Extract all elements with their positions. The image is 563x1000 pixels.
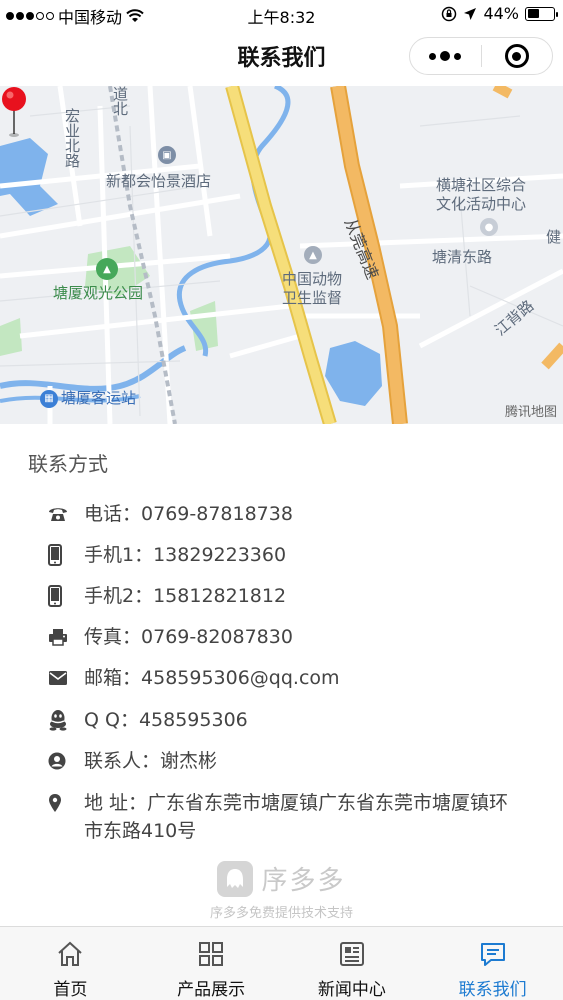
contact-row-fax[interactable]: 传真： 0769-82087830 [48,623,539,651]
map-label-animal: 中国动物 [282,270,343,288]
news-icon [339,942,364,966]
mobile-icon [48,582,72,610]
map-label-tangqing: 塘清东路 [432,248,493,266]
mini-program-capsule [409,37,553,75]
tab-contact[interactable]: 联系我们 [422,927,563,1000]
tab-news[interactable]: 新闻中心 [282,927,423,1000]
map-label-hotel: ▣ 新都会怡景酒店 [106,146,211,191]
contact-row-address[interactable]: 地 址：广东省东莞市塘厦镇广东省东莞市塘厦镇环市东路410号 [48,789,539,845]
ghost-logo-icon [217,860,254,897]
footer-logo-text: 序多多 [261,866,346,896]
tab-home[interactable]: 首页 [0,927,141,1000]
map-view[interactable]: 宏业北路 道北 ▣ 新都会怡景酒店 横塘社区综合 文化活动中心 ● 从莞高速 塘… [0,86,563,424]
contact-row-phone[interactable]: 电话： 0769-87818738 [48,500,539,528]
nav-bar: 联系我们 [0,28,563,86]
map-label-park: 塘厦观光公园 [53,284,144,302]
battery-icon [525,6,558,21]
tab-bar: 首页 产品展示 新闻中心 联系我们 [0,926,563,1000]
person-icon [48,747,72,775]
battery-percent: 44% [483,4,519,23]
park-poi-icon: ▲ [96,258,118,280]
address-value: 广东省东莞市塘厦镇广东省东莞市塘厦镇环市东路410号 [84,792,509,842]
address-label: 地 址： [84,792,148,814]
map-label-hengtang-2: 文化活动中心 [436,195,527,213]
home-icon [58,941,83,966]
hotel-poi-icon: ▣ [158,146,176,164]
footer-logo: 序多多 [0,860,563,897]
map-label-dao: 道北 [111,86,129,116]
map-pin-icon[interactable] [0,86,28,138]
phone-icon [48,500,72,528]
map-label-jian: 健 [546,228,562,246]
contact-section-title: 联系方式 [28,452,108,476]
contact-section: 联系方式 电话： 0769-87818738 手机1： 13829223360 … [0,424,563,926]
map-watermark: 腾讯地图 [504,405,557,420]
message-icon [480,943,505,966]
target-icon [504,44,529,68]
map-label-station: ▦ 塘厦客运站 [40,387,136,408]
more-button[interactable] [410,38,481,74]
map-label-animal-2: 卫生监督 [282,289,343,307]
contact-row-person[interactable]: 联系人： 谢杰彬 [48,747,539,775]
contact-row-email[interactable]: 邮箱： 458595306@qq.com [48,664,539,692]
mobile-icon [48,541,72,569]
grid-icon [199,942,224,966]
tab-products[interactable]: 产品展示 [141,927,282,1000]
more-dots-icon [429,51,462,61]
mail-icon [48,664,72,692]
contact-row-mobile-2[interactable]: 手机2： 15812821812 [48,582,539,610]
footer-note: 序多多免费提供技术支持 [209,906,353,921]
map-label-hengtang: 横塘社区综合 [436,176,527,194]
fax-icon [48,623,72,651]
qq-icon [48,706,72,734]
contact-row-qq[interactable]: Q Q： 458595306 [48,706,539,734]
government-poi-icon: ▲ [304,246,322,264]
location-arrow-icon [464,7,477,20]
community-poi-icon: ● [480,218,498,236]
bus-station-icon: ▦ [40,389,58,408]
contact-row-mobile-1[interactable]: 手机1： 13829223360 [48,541,539,569]
orientation-lock-icon [442,6,457,21]
status-bar: 中国移动 上午8:32 44% [0,0,563,28]
close-mini-program-button[interactable] [482,38,553,74]
map-label-hongye: 宏业北路 [63,108,81,168]
location-icon [48,789,72,817]
